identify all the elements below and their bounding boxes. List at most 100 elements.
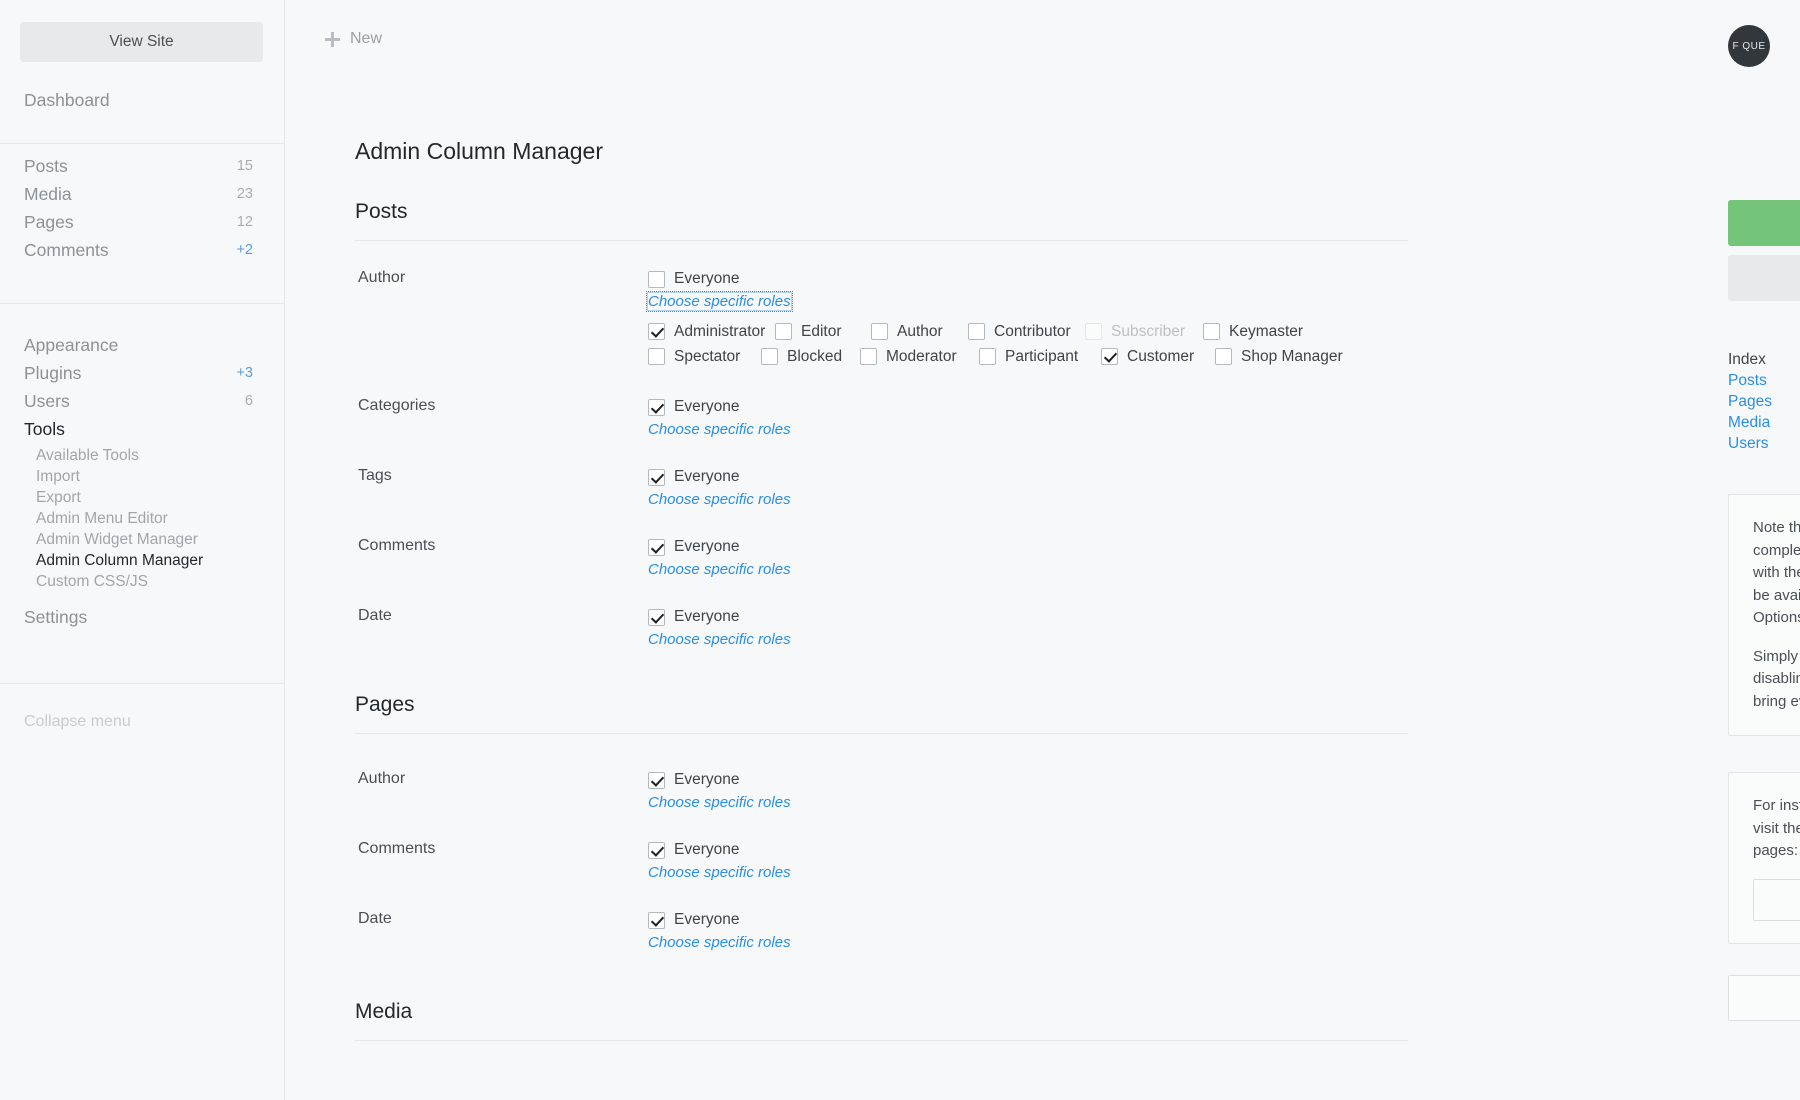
role-checkbox[interactable] (871, 323, 888, 340)
sidebar-item-label: Users (24, 390, 70, 411)
documentation-button[interactable]: Documentation (1753, 878, 1800, 921)
all-clientside-tools-button[interactable]: All Clientside Tools (1728, 974, 1800, 1021)
collapse-menu-label: Collapse menu (24, 713, 131, 730)
role-shop-manager[interactable]: Shop Manager (1215, 348, 1343, 366)
index-title: Index (1728, 351, 1766, 368)
section-title: Media (355, 1000, 413, 1023)
avatar[interactable]: F QUE (1728, 25, 1770, 67)
role-checkbox[interactable] (648, 348, 665, 365)
page-title: Admin Column Manager (355, 138, 604, 164)
field-label: Date (358, 910, 392, 927)
role-label: Customer (1127, 347, 1195, 365)
role-checkbox[interactable] (979, 348, 996, 365)
everyone-checkbox-row[interactable]: Everyone (648, 607, 1408, 627)
role-blocked[interactable]: Blocked (761, 348, 860, 366)
everyone-checkbox[interactable] (648, 538, 665, 556)
sidebar-item-label: Settings (24, 606, 88, 627)
field-body: Everyone Choose specific roles Administr… (646, 269, 1408, 369)
role-editor[interactable]: Editor (775, 323, 871, 341)
everyone-label: Everyone (674, 398, 740, 415)
divider (355, 1040, 1408, 1041)
field-row-tags: Tags Everyone Choose specific roles (355, 439, 1408, 509)
field-body: Everyone Choose specific roles (648, 537, 1408, 579)
choose-specific-roles-link[interactable]: Choose specific roles (648, 794, 791, 811)
everyone-checkbox-row[interactable]: Everyone (648, 537, 1408, 557)
sidebar-count-badge: 23 (236, 186, 253, 202)
field-body: Everyone Choose specific roles (648, 770, 1408, 812)
index-link-posts[interactable]: Posts (1728, 370, 1800, 391)
role-label: Subscriber (1111, 322, 1186, 340)
collapse-menu-button[interactable]: Collapse menu (24, 713, 131, 731)
choose-specific-roles-link[interactable]: Choose specific roles (648, 864, 791, 881)
everyone-checkbox-row[interactable]: Everyone (648, 770, 1408, 790)
role-customer[interactable]: Customer (1101, 348, 1215, 366)
index-link-media[interactable]: Media (1728, 412, 1800, 433)
save-settings-button[interactable]: Save Settings (1728, 200, 1800, 246)
sidebar-count-badge: 15 (236, 158, 253, 174)
sidebar-item-comments[interactable]: Comments +2 (0, 234, 285, 266)
everyone-checkbox-row[interactable]: Everyone (648, 467, 1408, 487)
choose-specific-roles-link[interactable]: Choose specific roles (648, 491, 791, 508)
sidebar-item-import[interactable]: Import (36, 468, 80, 486)
field-row-pages-date: Date Everyone Choose specific roles (355, 882, 1408, 952)
sidebar-item-admin-column-manager[interactable]: Admin Column Manager (36, 552, 203, 570)
sidebar-item-custom-css-js[interactable]: Custom CSS/JS (36, 573, 148, 591)
role-keymaster[interactable]: Keymaster (1203, 323, 1303, 341)
everyone-checkbox[interactable] (648, 608, 665, 626)
sidebar-item-available-tools[interactable]: Available Tools (36, 447, 139, 465)
sidebar-item-label: Admin Widget Manager (36, 531, 198, 548)
sidebar-item-dashboard[interactable]: Dashboard (24, 90, 110, 111)
everyone-checkbox-row[interactable]: Everyone (648, 910, 1408, 930)
section-media: Media (355, 1000, 1408, 1041)
role-administrator[interactable]: Administrator (648, 323, 775, 341)
choose-specific-roles-link[interactable]: Choose specific roles (646, 291, 793, 312)
role-participant[interactable]: Participant (979, 348, 1101, 366)
role-contributor[interactable]: Contributor (968, 323, 1085, 341)
everyone-checkbox[interactable] (648, 468, 665, 486)
role-label: Contributor (994, 322, 1071, 340)
index-link-users[interactable]: Users (1728, 433, 1800, 454)
everyone-checkbox-row[interactable]: Everyone (648, 397, 1408, 417)
sidebar-item-tools[interactable]: Tools (0, 413, 285, 445)
role-spectator[interactable]: Spectator (648, 348, 761, 366)
role-checkbox[interactable] (1203, 323, 1220, 340)
sidebar: View Site Dashboard Posts 15 Media 23 Pa… (0, 0, 285, 1100)
view-site-button[interactable]: View Site (20, 22, 263, 62)
role-checkbox[interactable] (1215, 348, 1232, 365)
sidebar-item-label: Export (36, 489, 81, 506)
everyone-checkbox[interactable] (648, 398, 665, 416)
choose-specific-roles-link[interactable]: Choose specific roles (648, 561, 791, 578)
role-checkbox[interactable] (1101, 348, 1118, 365)
everyone-checkbox-row[interactable]: Everyone (648, 840, 1408, 860)
everyone-checkbox[interactable] (648, 911, 665, 929)
everyone-label: Everyone (674, 538, 740, 555)
sidebar-item-settings[interactable]: Settings (0, 601, 285, 633)
view-site-label: View Site (109, 33, 174, 50)
index-block: Index Posts Pages Media Users (1728, 349, 1800, 454)
everyone-checkbox-row[interactable]: Everyone (648, 269, 1408, 289)
role-checkbox[interactable] (761, 348, 778, 365)
choose-specific-roles-link[interactable]: Choose specific roles (648, 631, 791, 648)
new-button[interactable]: New (325, 30, 382, 48)
choose-specific-roles-link[interactable]: Choose specific roles (648, 934, 791, 951)
everyone-checkbox[interactable] (648, 841, 665, 859)
revert-to-defaults-button[interactable]: Revert to Defaults (1728, 255, 1800, 301)
section-pages: Pages Author Everyone Choose specific ro… (355, 693, 1408, 952)
topbar: New F QUE (286, 0, 1800, 80)
new-button-label: New (350, 30, 383, 47)
role-moderator[interactable]: Moderator (860, 348, 979, 366)
admin-page: View Site Dashboard Posts 15 Media 23 Pa… (0, 0, 1800, 1100)
sidebar-item-admin-widget-manager[interactable]: Admin Widget Manager (36, 531, 198, 549)
role-checkbox[interactable] (860, 348, 877, 365)
sidebar-item-label: Admin Column Manager (36, 552, 204, 569)
role-checkbox[interactable] (968, 323, 985, 340)
role-author[interactable]: Author (871, 323, 968, 341)
role-checkbox[interactable] (648, 323, 665, 340)
sidebar-item-export[interactable]: Export (36, 489, 81, 507)
choose-specific-roles-link[interactable]: Choose specific roles (648, 421, 791, 438)
index-link-pages[interactable]: Pages (1728, 391, 1800, 412)
everyone-checkbox[interactable] (648, 270, 665, 288)
sidebar-item-admin-menu-editor[interactable]: Admin Menu Editor (36, 510, 168, 528)
everyone-checkbox[interactable] (648, 771, 665, 789)
role-checkbox[interactable] (775, 323, 792, 340)
